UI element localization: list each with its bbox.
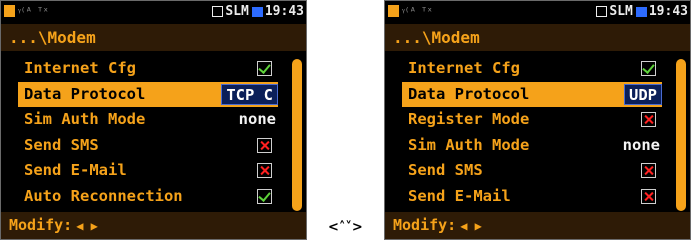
- menu-item-internet-cfg[interactable]: Internet Cfg: [18, 56, 278, 82]
- footer-hint: Modify: ◀ ▶: [385, 212, 690, 239]
- clock: 19:43: [648, 4, 688, 19]
- checkbox-unchecked-icon[interactable]: [257, 137, 272, 153]
- menu-item-register-mode[interactable]: Register Mode: [402, 107, 662, 133]
- menu-item-sim-auth-mode[interactable]: Sim Auth Mode none: [402, 133, 662, 159]
- menu-item-send-e-mail[interactable]: Send E-Mail: [18, 158, 278, 184]
- checkbox-unchecked-icon[interactable]: [641, 163, 656, 178]
- signal-icon: ᵞ⁽ᴬ ᵀˣ: [18, 5, 49, 18]
- mode-label: SLM: [225, 4, 249, 19]
- mode-indicator-icon: [596, 6, 608, 17]
- right-screen: ᵞ⁽ᴬ ᵀˣ SLM 19:43 ...\Modem Internet Cfg Da…: [384, 0, 691, 240]
- menu-item-label: Send SMS: [408, 161, 483, 179]
- menu-item-label: Internet Cfg: [24, 59, 136, 77]
- value-text: none: [622, 135, 660, 154]
- menu-item-label: Auto Reconnection: [24, 186, 183, 205]
- footer-hint: Modify: ◀ ▶: [1, 212, 306, 239]
- menu-item-send-e-mail[interactable]: Send E-Mail: [402, 184, 662, 210]
- footer-label: Modify:: [393, 216, 457, 234]
- value-field[interactable]: UDP: [624, 83, 662, 105]
- menu-item-label: Send E-Mail: [408, 186, 511, 205]
- checkbox-unchecked-icon[interactable]: [641, 112, 656, 127]
- left-screen: ᵞ⁽ᴬ ᵀˣ SLM 19:43 ...\Modem Internet Cfg Da…: [0, 0, 307, 240]
- checkbox-unchecked-icon[interactable]: [257, 163, 272, 178]
- battery-icon: [251, 6, 263, 17]
- left-right-arrows-icon: ◀ ▶: [460, 219, 482, 233]
- left-right-arrows-icon: ◀ ▶: [76, 219, 98, 233]
- value-field[interactable]: TCP C: [221, 83, 278, 105]
- menu-item-label: Send E-Mail: [24, 161, 127, 179]
- memory-icon: [4, 5, 15, 17]
- menu-item-label: Sim Auth Mode: [408, 135, 530, 154]
- menu-item-label: Internet Cfg: [408, 59, 520, 77]
- menu-title: ...\Modem: [1, 24, 306, 51]
- menu-list: Internet Cfg Data Protocol TCP C Sim Auth M…: [18, 56, 278, 209]
- menu-list: Internet Cfg Data Protocol UDP Register Mod…: [402, 56, 662, 209]
- checkbox-unchecked-icon[interactable]: [641, 188, 656, 204]
- scrollbar[interactable]: [676, 59, 686, 211]
- menu-item-data-protocol[interactable]: Data Protocol TCP C: [18, 81, 278, 107]
- status-bar: ᵞ⁽ᴬ ᵀˣ SLM 19:43: [1, 1, 306, 23]
- scrollbar[interactable]: [292, 59, 302, 211]
- checkbox-checked-icon[interactable]: [257, 61, 272, 76]
- menu-item-label: Sim Auth Mode: [24, 110, 146, 128]
- memory-icon: [388, 5, 399, 17]
- checkbox-checked-icon[interactable]: [257, 188, 272, 204]
- menu-item-label: Send SMS: [24, 135, 99, 154]
- menu-title: ...\Modem: [385, 24, 690, 51]
- signal-icon: ᵞ⁽ᴬ ᵀˣ: [402, 5, 433, 18]
- menu-item-data-protocol[interactable]: Data Protocol UDP: [402, 81, 662, 107]
- checkbox-checked-icon[interactable]: [641, 61, 656, 76]
- battery-icon: [635, 6, 647, 17]
- menu-item-label: Data Protocol: [24, 84, 146, 103]
- menu-item-send-sms[interactable]: Send SMS: [18, 133, 278, 159]
- menu-item-internet-cfg[interactable]: Internet Cfg: [402, 56, 662, 82]
- value-text: none: [238, 110, 276, 128]
- mode-indicator-icon: [212, 6, 224, 17]
- clock: 19:43: [264, 4, 304, 19]
- navigation-hint: <˄˅>: [328, 220, 363, 235]
- mode-label: SLM: [609, 4, 633, 19]
- menu-item-label: Data Protocol: [408, 84, 530, 103]
- menu-item-sim-auth-mode[interactable]: Sim Auth Mode none: [18, 107, 278, 133]
- menu-item-auto-reconnection[interactable]: Auto Reconnection: [18, 184, 278, 210]
- menu-item-send-sms[interactable]: Send SMS: [402, 158, 662, 184]
- menu-item-label: Register Mode: [408, 110, 530, 128]
- footer-label: Modify:: [9, 216, 73, 234]
- status-bar: ᵞ⁽ᴬ ᵀˣ SLM 19:43: [385, 1, 690, 23]
